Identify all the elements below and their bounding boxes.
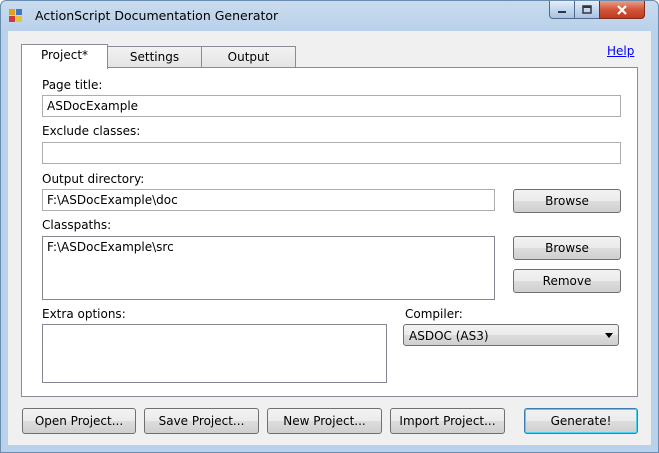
page-title-label: Page title:	[42, 78, 103, 92]
exclude-classes-label: Exclude classes:	[42, 124, 141, 138]
dropdown-arrow-icon	[605, 333, 613, 338]
save-project-button[interactable]: Save Project...	[144, 408, 259, 434]
browse-output-button[interactable]: Browse	[513, 189, 621, 213]
project-panel: Page title: ASDocExample Exclude classes…	[21, 67, 638, 397]
tab-project[interactable]: Project*	[21, 44, 108, 69]
maximize-button[interactable]	[574, 1, 600, 19]
open-project-button[interactable]: Open Project...	[22, 408, 136, 434]
minimize-icon	[558, 11, 566, 13]
compiler-select[interactable]: ASDOC (AS3)	[403, 324, 619, 346]
remove-classpath-button[interactable]: Remove	[513, 269, 621, 293]
maximize-icon	[582, 5, 592, 14]
compiler-label: Compiler:	[405, 307, 463, 321]
close-icon	[617, 5, 627, 15]
exclude-classes-input[interactable]	[42, 142, 621, 164]
generate-button[interactable]: Generate!	[524, 408, 638, 434]
output-directory-label: Output directory:	[42, 172, 145, 186]
compiler-selected-value: ASDOC (AS3)	[409, 329, 489, 343]
tab-output[interactable]: Output	[201, 46, 296, 68]
help-link[interactable]: Help	[607, 44, 634, 58]
import-project-button[interactable]: Import Project...	[390, 408, 505, 434]
app-icon	[9, 9, 23, 23]
title-bar[interactable]: ActionScript Documentation Generator	[1, 1, 658, 31]
window-title: ActionScript Documentation Generator	[35, 8, 279, 23]
close-button[interactable]	[599, 1, 645, 19]
tab-settings[interactable]: Settings	[107, 46, 202, 68]
browse-classpath-button[interactable]: Browse	[513, 236, 621, 260]
minimize-button[interactable]	[549, 1, 575, 19]
classpaths-textarea[interactable]: F:\ASDocExample\src	[42, 236, 495, 300]
extra-options-textarea[interactable]	[42, 324, 387, 383]
extra-options-label: Extra options:	[42, 307, 126, 321]
app-window: ActionScript Documentation Generator Pro…	[0, 0, 659, 453]
client-area: Project* Settings Output Help Page title…	[8, 31, 651, 445]
classpaths-label: Classpaths:	[42, 218, 112, 232]
page-title-input[interactable]: ASDocExample	[42, 95, 621, 117]
new-project-button[interactable]: New Project...	[267, 408, 382, 434]
output-directory-input[interactable]: F:\ASDocExample\doc	[42, 189, 495, 211]
